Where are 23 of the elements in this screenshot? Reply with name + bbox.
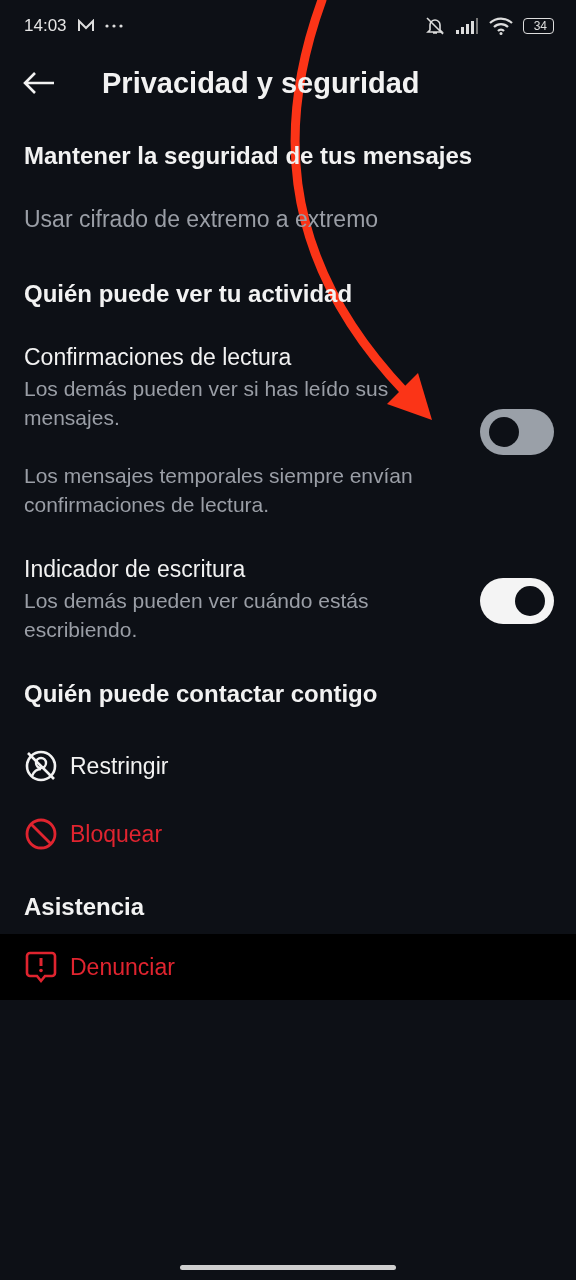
status-time: 14:03 bbox=[24, 16, 67, 36]
setting-description: Los demás pueden ver cuándo estás escribiendo. bbox=[24, 588, 370, 643]
section-heading: Asistencia bbox=[23, 892, 146, 922]
wifi-icon bbox=[488, 17, 513, 35]
restrict-icon bbox=[24, 749, 58, 783]
report-icon bbox=[24, 950, 58, 984]
block-icon bbox=[24, 817, 58, 851]
toggle-switch[interactable] bbox=[480, 409, 554, 455]
menu-item[interactable]: Restringir bbox=[24, 749, 169, 783]
menu-item[interactable]: Bloquear bbox=[24, 817, 163, 851]
muted-bell-icon bbox=[424, 16, 445, 36]
setting-label: Indicador de escritura bbox=[24, 557, 247, 582]
toggle-switch[interactable] bbox=[480, 577, 554, 624]
setting-description: Los mensajes temporales siempre envían confirmaciones de lectura. bbox=[24, 463, 414, 518]
signal-icon bbox=[454, 18, 479, 34]
mail-icon bbox=[76, 19, 95, 33]
section-heading: Quién puede contactar contigo bbox=[23, 679, 379, 709]
back-button[interactable] bbox=[22, 71, 56, 95]
setting-description: Los demás pueden ver si has leído sus mensajes. bbox=[24, 376, 390, 431]
battery-indicator: 34 bbox=[522, 18, 554, 34]
menu-item[interactable]: Denunciar bbox=[24, 950, 175, 984]
more-icon bbox=[104, 24, 123, 28]
setting-label: Confirmaciones de lectura bbox=[24, 345, 293, 370]
